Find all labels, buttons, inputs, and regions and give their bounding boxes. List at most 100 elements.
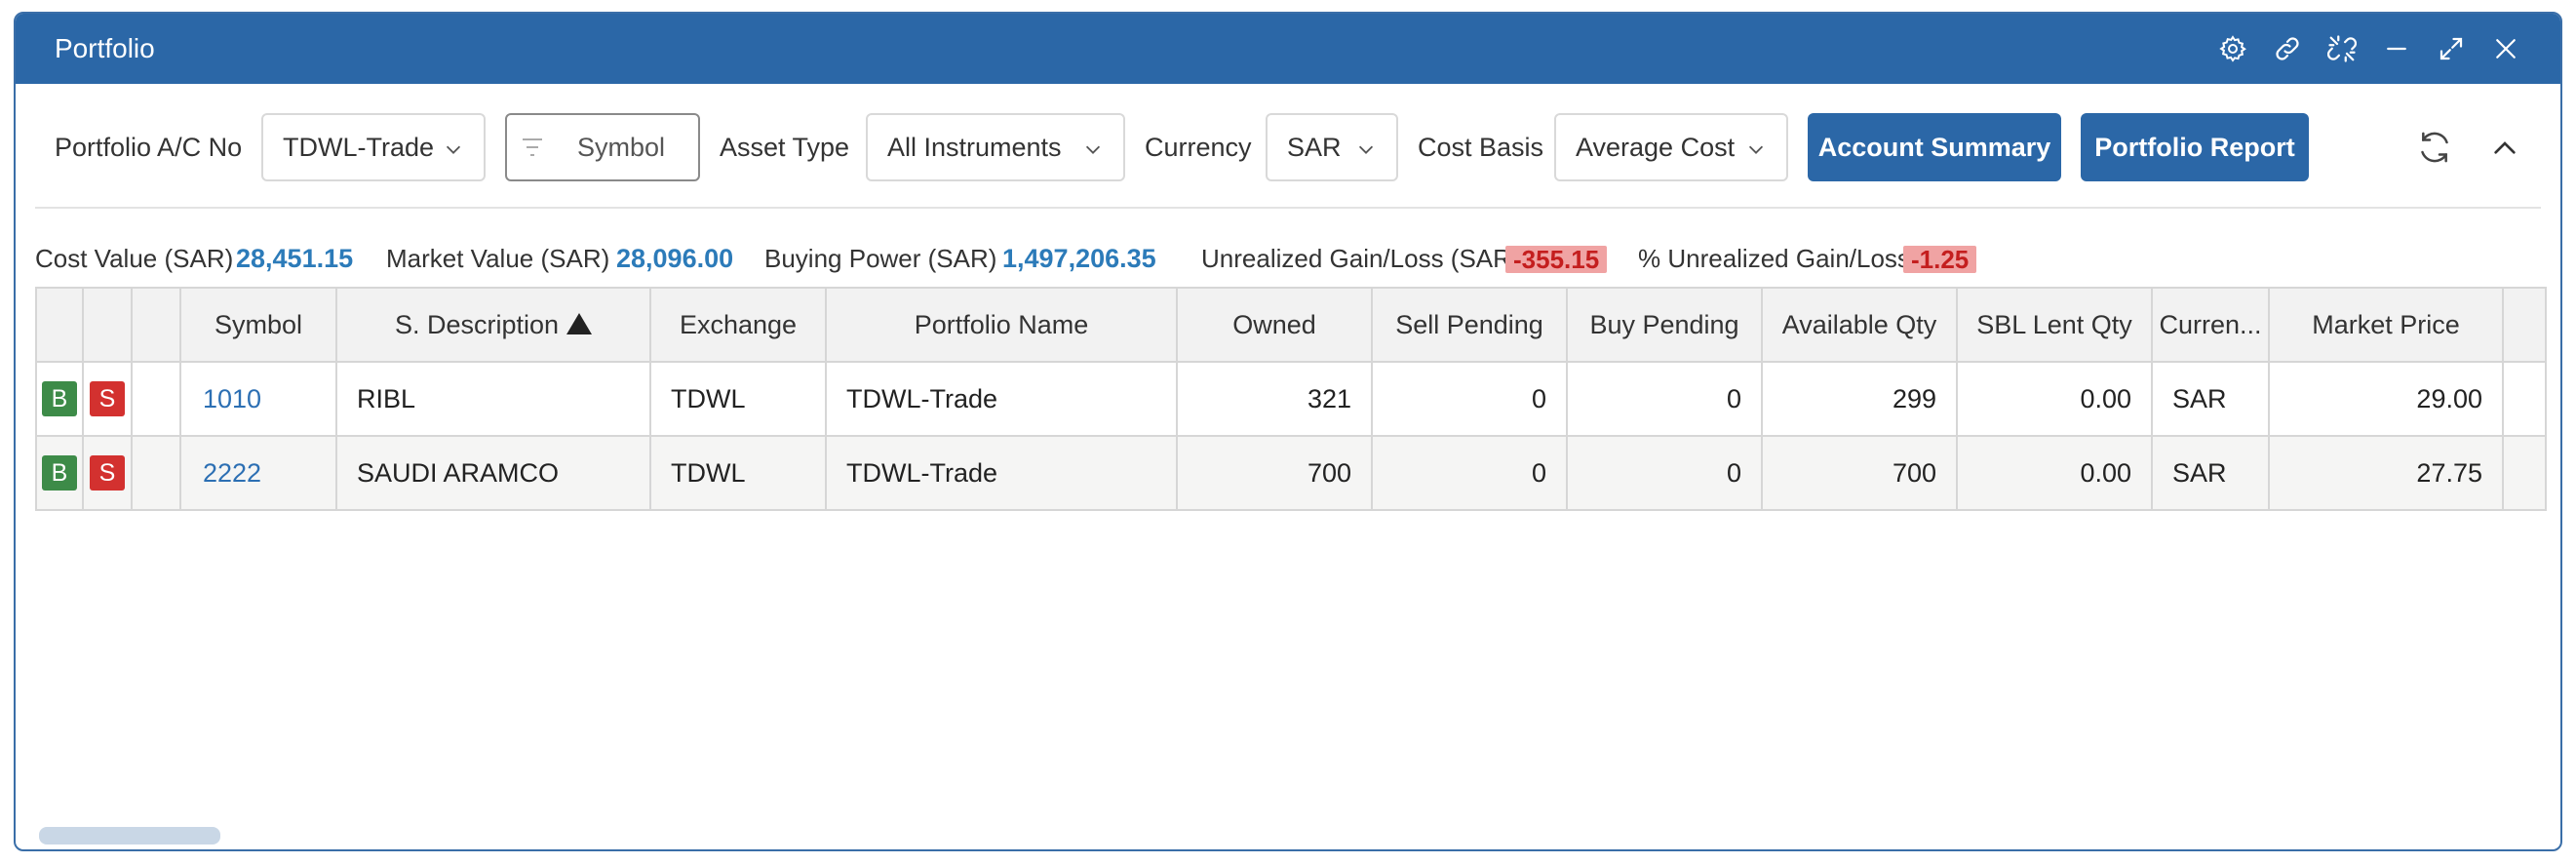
sbl-lent-qty-cell: 0.00 — [1956, 362, 2153, 437]
buy-pending-cell: 0 — [1566, 436, 1763, 511]
unrealized-gain-loss-value: -355.15 — [1505, 246, 1608, 273]
unlink-icon[interactable] — [2315, 14, 2369, 84]
sell-cell: S — [82, 362, 133, 437]
buy-pending-cell: 0 — [1566, 362, 1763, 437]
portfolio-account-select[interactable]: TDWL-Trade — [261, 113, 486, 181]
portfolio-toolbar: Portfolio A/C No TDWL-Trade Symbol Asset… — [16, 111, 2560, 183]
blank-cell — [131, 436, 181, 511]
buying-power-value: 1,497,206.35 — [1002, 244, 1156, 273]
table-row[interactable]: B S 2222 SAUDI ARAMCO TDWL TDWL-Trade 70… — [35, 436, 2547, 511]
exchange-cell: TDWL — [649, 436, 827, 511]
portfolio-window: Portfolio Portfolio A/C No TDWL-Trade Sy… — [14, 12, 2562, 851]
blank-cell — [131, 362, 181, 437]
buy-cell: B — [35, 436, 84, 511]
market-value: 28,096.00 — [616, 244, 734, 273]
column-header-blank — [131, 287, 181, 363]
column-header-description[interactable]: S. Description — [335, 287, 651, 363]
expand-icon[interactable] — [2424, 14, 2478, 84]
symbol-placeholder: Symbol — [577, 132, 666, 162]
chevron-down-icon — [1748, 145, 1764, 154]
sell-button[interactable]: S — [90, 381, 125, 416]
cost-basis-label: Cost Basis — [1418, 133, 1544, 162]
portfolio-name-cell: TDWL-Trade — [825, 362, 1178, 437]
symbol-link[interactable]: 1010 — [179, 362, 337, 437]
title-bar-controls — [2205, 14, 2533, 84]
toolbar-divider — [35, 207, 2541, 209]
link-icon[interactable] — [2260, 14, 2315, 84]
buying-power-label: Buying Power (SAR) — [764, 244, 997, 273]
available-qty-cell: 700 — [1761, 436, 1958, 511]
portfolio-account-value: TDWL-Trade — [283, 132, 435, 162]
cost-value: 28,451.15 — [236, 244, 354, 273]
column-header-available-qty[interactable]: Available Qty — [1761, 287, 1958, 363]
asset-type-select[interactable]: All Instruments — [866, 113, 1125, 181]
cost-basis-select[interactable]: Average Cost — [1554, 113, 1788, 181]
cost-value-label: Cost Value (SAR) — [35, 244, 234, 273]
holdings-table: Symbol S. Description Exchange Portfolio… — [35, 287, 2547, 526]
buy-cell: B — [35, 362, 84, 437]
chevron-down-icon — [1085, 145, 1101, 154]
column-header-buy — [35, 287, 84, 363]
sbl-lent-qty-cell: 0.00 — [1956, 436, 2153, 511]
account-summary-button[interactable]: Account Summary — [1808, 113, 2061, 181]
portfolio-name-cell: TDWL-Trade — [825, 436, 1178, 511]
filter-icon — [523, 138, 542, 156]
description-cell: SAUDI ARAMCO — [335, 436, 651, 511]
column-header-description-label: S. Description — [394, 309, 560, 339]
column-header-currency[interactable]: Curren... — [2151, 287, 2270, 363]
portfolio-report-button[interactable]: Portfolio Report — [2081, 113, 2309, 181]
available-qty-cell: 299 — [1761, 362, 1958, 437]
pct-unrealized-gain-loss-value: -1.25 — [1903, 246, 1977, 273]
chevron-down-icon — [446, 145, 461, 154]
portfolio-account-label: Portfolio A/C No — [55, 133, 243, 162]
sell-cell: S — [82, 436, 133, 511]
currency-value: SAR — [1287, 132, 1342, 162]
market-price-cell: 29.00 — [2268, 362, 2504, 437]
cost-basis-value: Average Cost — [1576, 132, 1736, 162]
gear-icon[interactable] — [2205, 14, 2260, 84]
symbol-link[interactable]: 2222 — [179, 436, 337, 511]
exchange-cell: TDWL — [649, 362, 827, 437]
overflow-cell — [2502, 436, 2547, 511]
title-bar: Portfolio — [16, 14, 2560, 84]
symbol-filter-input[interactable]: Symbol — [505, 113, 700, 181]
asset-type-value: All Instruments — [887, 132, 1062, 162]
asset-type-label: Asset Type — [720, 133, 850, 162]
unrealized-gain-loss-label: Unrealized Gain/Loss (SAR) — [1201, 244, 1520, 273]
horizontal-scrollbar[interactable] — [39, 827, 220, 844]
sort-ascending-icon — [566, 312, 593, 334]
chevron-down-icon — [1358, 145, 1374, 154]
owned-cell: 700 — [1176, 436, 1373, 511]
market-value-label: Market Value (SAR) — [386, 244, 610, 273]
description-cell: RIBL — [335, 362, 651, 437]
close-icon[interactable] — [2478, 14, 2533, 84]
table-header-row: Symbol S. Description Exchange Portfolio… — [35, 287, 2547, 363]
owned-cell: 321 — [1176, 362, 1373, 437]
currency-cell: SAR — [2151, 362, 2270, 437]
buy-button[interactable]: B — [42, 455, 77, 491]
column-header-sell — [82, 287, 133, 363]
buy-button[interactable]: B — [42, 381, 77, 416]
currency-label: Currency — [1145, 133, 1252, 162]
column-header-market-price[interactable]: Market Price — [2268, 287, 2504, 363]
currency-cell: SAR — [2151, 436, 2270, 511]
column-header-sell-pending[interactable]: Sell Pending — [1371, 287, 1568, 363]
pct-unrealized-gain-loss-label: % Unrealized Gain/Loss — [1638, 244, 1910, 273]
sell-button[interactable]: S — [90, 455, 125, 491]
chevron-up-icon[interactable] — [2480, 123, 2529, 172]
column-header-portfolio-name[interactable]: Portfolio Name — [825, 287, 1178, 363]
minimize-icon[interactable] — [2369, 14, 2424, 84]
sell-pending-cell: 0 — [1371, 362, 1568, 437]
window-title: Portfolio — [55, 33, 155, 63]
market-price-cell: 27.75 — [2268, 436, 2504, 511]
sell-pending-cell: 0 — [1371, 436, 1568, 511]
table-row[interactable]: B S 1010 RIBL TDWL TDWL-Trade 321 0 0 29… — [35, 362, 2547, 437]
column-header-overflow — [2502, 287, 2547, 363]
refresh-icon[interactable] — [2410, 123, 2459, 172]
currency-select[interactable]: SAR — [1266, 113, 1398, 181]
column-header-symbol[interactable]: Symbol — [179, 287, 337, 363]
column-header-sbl-lent-qty[interactable]: SBL Lent Qty — [1956, 287, 2153, 363]
column-header-buy-pending[interactable]: Buy Pending — [1566, 287, 1763, 363]
column-header-owned[interactable]: Owned — [1176, 287, 1373, 363]
column-header-exchange[interactable]: Exchange — [649, 287, 827, 363]
